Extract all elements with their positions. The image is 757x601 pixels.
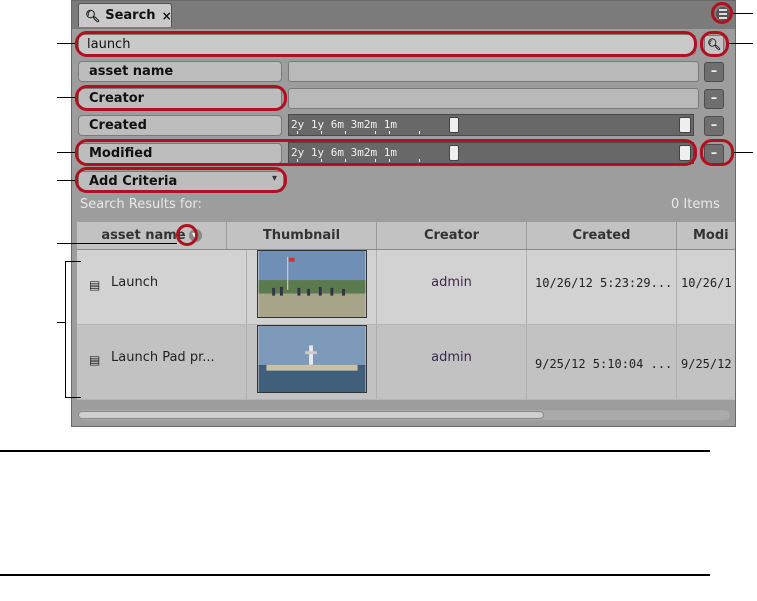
search-button[interactable]: 🔍︎ [704, 35, 724, 55]
sort-descending-icon[interactable]: ▼ [188, 229, 202, 242]
leader-line [65, 397, 81, 398]
cell-creator: admin [377, 325, 527, 399]
table-row[interactable]: ▤ Launch Pad pr... admin 9/25/12 5:10:04… [77, 325, 735, 400]
timeline-start-handle[interactable] [449, 117, 459, 133]
search-query: launch [87, 37, 131, 52]
results-table: asset name ▼ Thumbnail Creator Created Mo… [77, 222, 735, 410]
creator-text: admin [431, 350, 472, 365]
video-asset-icon: ▤ [89, 353, 101, 367]
leader-line [57, 322, 65, 323]
leader-line [57, 243, 177, 244]
leader-line [65, 261, 81, 262]
divider-top [0, 450, 710, 452]
modified-timeline-slider[interactable]: 2y 1y 6m 3m2m 1m [288, 142, 694, 164]
timeline-end-handle[interactable] [679, 145, 691, 161]
leader-line [57, 97, 75, 98]
remove-creator-button[interactable]: – [704, 89, 724, 109]
column-header-creator[interactable]: Creator [377, 222, 527, 249]
cell-thumbnail [247, 325, 377, 399]
criteria-asset-name-button[interactable]: asset name [78, 61, 282, 82]
criteria-created-button[interactable]: Created [78, 115, 282, 136]
thumbnail-image [257, 325, 367, 393]
results-count: 0 Items [671, 197, 720, 212]
cell-thumbnail [247, 250, 377, 324]
tab-search[interactable]: 🔍︎ Search × [78, 3, 172, 27]
search-results-label: Search Results for: [80, 197, 202, 212]
leader-line [57, 43, 75, 44]
search-input[interactable]: launch [78, 34, 696, 55]
created-text: 9/25/12 5:10:04 ... [535, 357, 673, 371]
asset-name-text: Launch [111, 275, 159, 290]
timeline-tickmarks [289, 159, 449, 163]
add-criteria-label: Add Criteria [89, 174, 178, 189]
creator-text: admin [431, 275, 472, 290]
timeline-scale: 2y 1y 6m 3m2m 1m [291, 118, 397, 131]
leader-line [734, 152, 753, 153]
timeline-scale: 2y 1y 6m 3m2m 1m [291, 146, 397, 159]
tab-label: Search [105, 8, 156, 23]
created-text: 10/26/12 5:23:29... [535, 276, 673, 290]
leader-line [733, 13, 753, 14]
bracket-line [65, 261, 66, 398]
criteria-creator-field[interactable] [288, 88, 699, 109]
remove-modified-button[interactable]: – [704, 144, 724, 164]
leader-line [57, 152, 75, 153]
horizontal-scrollbar[interactable] [78, 410, 730, 420]
modified-text: 9/25/12 [681, 357, 732, 371]
video-asset-icon: ▤ [89, 278, 101, 292]
criteria-asset-name-field[interactable] [288, 61, 699, 82]
panel-menu-icon[interactable] [716, 7, 730, 21]
created-timeline-slider[interactable]: 2y 1y 6m 3m2m 1m [288, 114, 694, 136]
column-label: asset name [101, 228, 186, 243]
leader-line [729, 43, 753, 44]
scrollbar-thumb[interactable] [78, 411, 544, 419]
search-panel: 🔍︎ Search × launch 🔍︎ asset name – Creat… [71, 0, 736, 427]
criteria-creator-button[interactable]: Creator [78, 88, 282, 109]
cell-creator: admin [377, 250, 527, 324]
close-icon[interactable]: × [162, 9, 172, 23]
table-row[interactable]: ▤ Launch admin 10/26/12 5:23:29... 10/26… [77, 250, 735, 325]
table-header: asset name ▼ Thumbnail Creator Created Mo… [77, 222, 735, 250]
column-header-created[interactable]: Created [527, 222, 677, 249]
cell-asset-name: ▤ Launch [77, 250, 247, 324]
cell-modified: 9/25/12 [677, 325, 735, 399]
modified-text: 10/26/1 [681, 276, 732, 290]
remove-asset-name-button[interactable]: – [704, 62, 724, 82]
column-header-thumbnail[interactable]: Thumbnail [227, 222, 377, 249]
timeline-start-handle[interactable] [449, 145, 459, 161]
search-icon: 🔍︎ [85, 8, 101, 23]
timeline-end-handle[interactable] [679, 117, 691, 133]
add-criteria-dropdown[interactable]: Add Criteria ▾ [78, 171, 284, 192]
column-header-asset-name[interactable]: asset name ▼ [77, 222, 227, 249]
cell-created: 9/25/12 5:10:04 ... [527, 325, 677, 399]
dropdown-caret-icon: ▾ [271, 173, 277, 184]
search-button-icon: 🔍︎ [707, 38, 721, 51]
remove-created-button[interactable]: – [704, 116, 724, 136]
cell-modified: 10/26/1 [677, 250, 735, 324]
criteria-modified-button[interactable]: Modified [78, 143, 282, 164]
divider-bottom [0, 574, 710, 576]
timeline-tickmarks [289, 131, 449, 135]
cell-created: 10/26/12 5:23:29... [527, 250, 677, 324]
tab-bar: 🔍︎ Search × [72, 1, 735, 29]
column-header-modified[interactable]: Modi [677, 222, 735, 249]
asset-name-text: Launch Pad pr... [111, 350, 215, 365]
leader-line [57, 180, 75, 181]
cell-asset-name: ▤ Launch Pad pr... [77, 325, 247, 399]
thumbnail-image [257, 250, 367, 318]
